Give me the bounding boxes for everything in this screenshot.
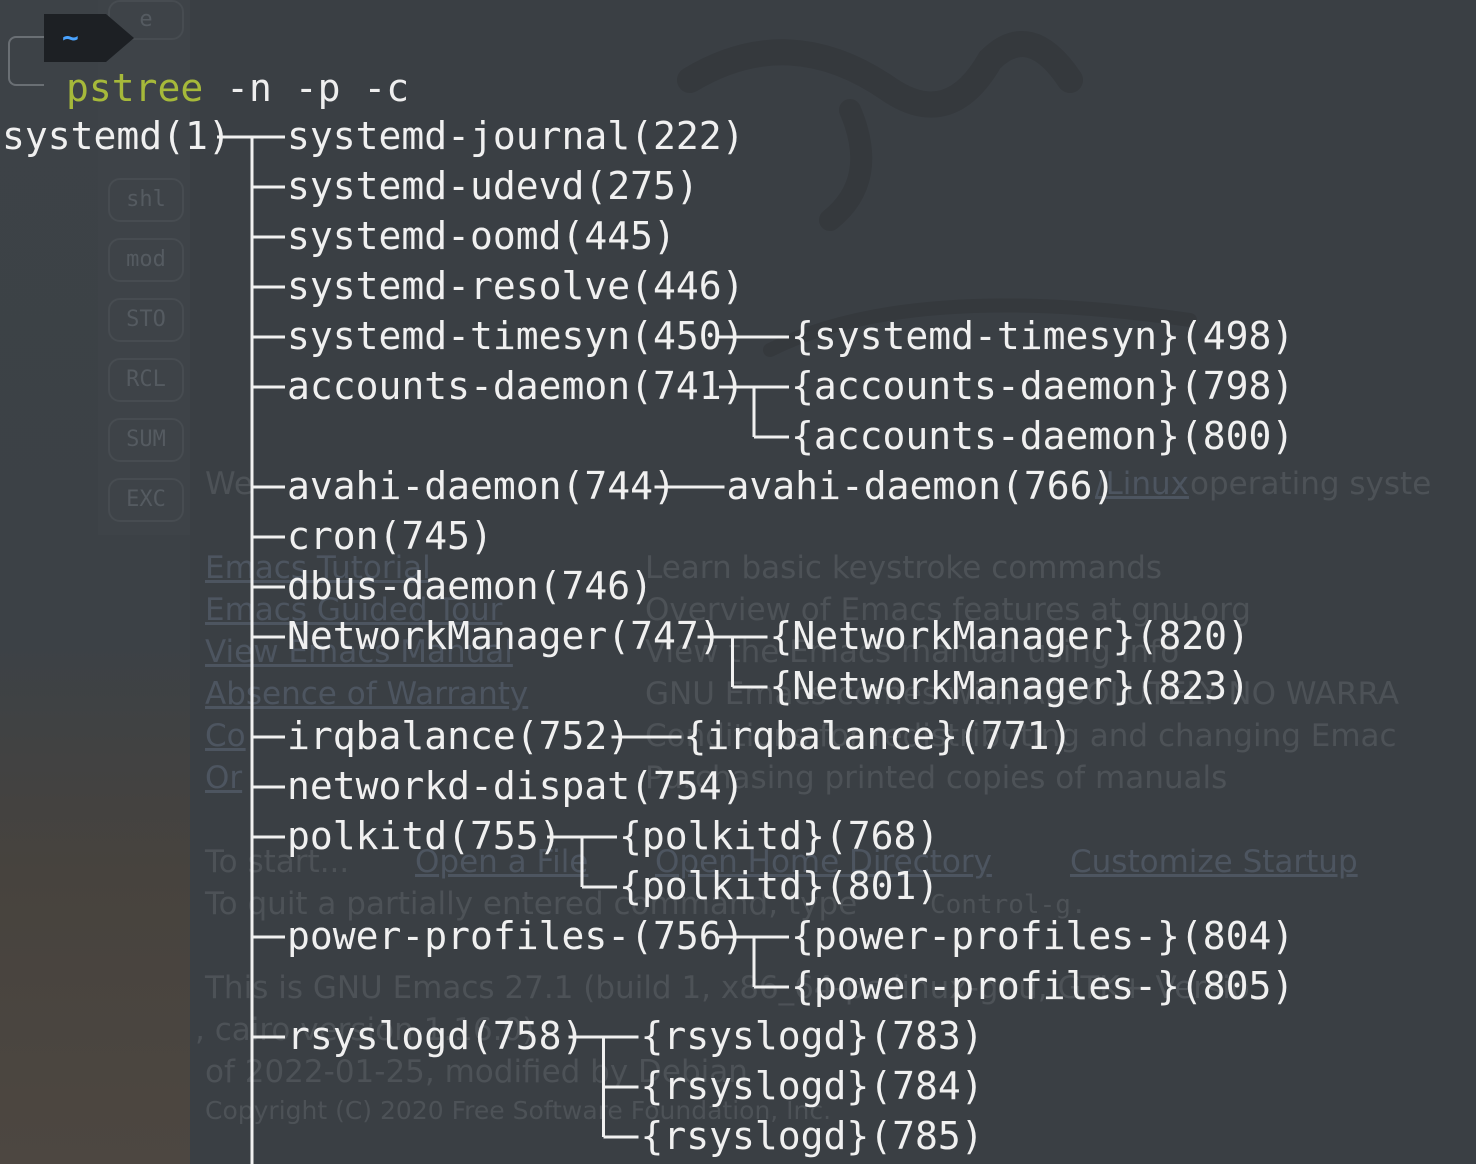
thread-node: avahi-daemon(766) bbox=[726, 464, 1116, 508]
thread-node: {NetworkManager}(823) bbox=[769, 664, 1250, 708]
process-node: cron(745) bbox=[287, 514, 493, 558]
process-node: dbus-daemon(746) bbox=[287, 564, 654, 608]
thread-node: {rsyslogd}(784) bbox=[640, 1064, 984, 1108]
thread-node: {NetworkManager}(820) bbox=[769, 614, 1250, 658]
thread-node: {accounts-daemon}(798) bbox=[791, 364, 1295, 408]
thread-node: {accounts-daemon}(800) bbox=[791, 414, 1295, 458]
process-node: systemd-resolve(446) bbox=[287, 264, 745, 308]
thread-node: {power-profiles-}(805) bbox=[791, 964, 1295, 1008]
process-node: systemd-timesyn(450) bbox=[287, 314, 745, 358]
process-node: NetworkManager(747) bbox=[287, 614, 722, 658]
thread-node: {polkitd}(768) bbox=[619, 814, 940, 858]
tree-root: systemd(1) bbox=[2, 114, 231, 158]
process-node: irqbalance(752) bbox=[287, 714, 631, 758]
process-node: rsyslogd(758) bbox=[287, 1014, 585, 1058]
process-node: polkitd(755) bbox=[287, 814, 562, 858]
thread-node: {polkitd}(801) bbox=[619, 864, 940, 908]
thread-node: {systemd-timesyn}(498) bbox=[791, 314, 1295, 358]
process-node: networkd-dispat(754) bbox=[287, 764, 745, 808]
thread-node: {power-profiles-}(804) bbox=[791, 914, 1295, 958]
process-node: avahi-daemon(744) bbox=[287, 464, 676, 508]
process-node: systemd-udevd(275) bbox=[287, 164, 699, 208]
process-node: power-profiles-(756) bbox=[287, 914, 745, 958]
process-node: accounts-daemon(741) bbox=[287, 364, 745, 408]
thread-node: {irqbalance}(771) bbox=[683, 714, 1073, 758]
thread-node: {rsyslogd}(785) bbox=[640, 1114, 984, 1158]
process-node: systemd-oomd(445) bbox=[287, 214, 676, 258]
thread-node: {rsyslogd}(783) bbox=[640, 1014, 984, 1058]
process-node: systemd-journal(222) bbox=[287, 114, 745, 158]
